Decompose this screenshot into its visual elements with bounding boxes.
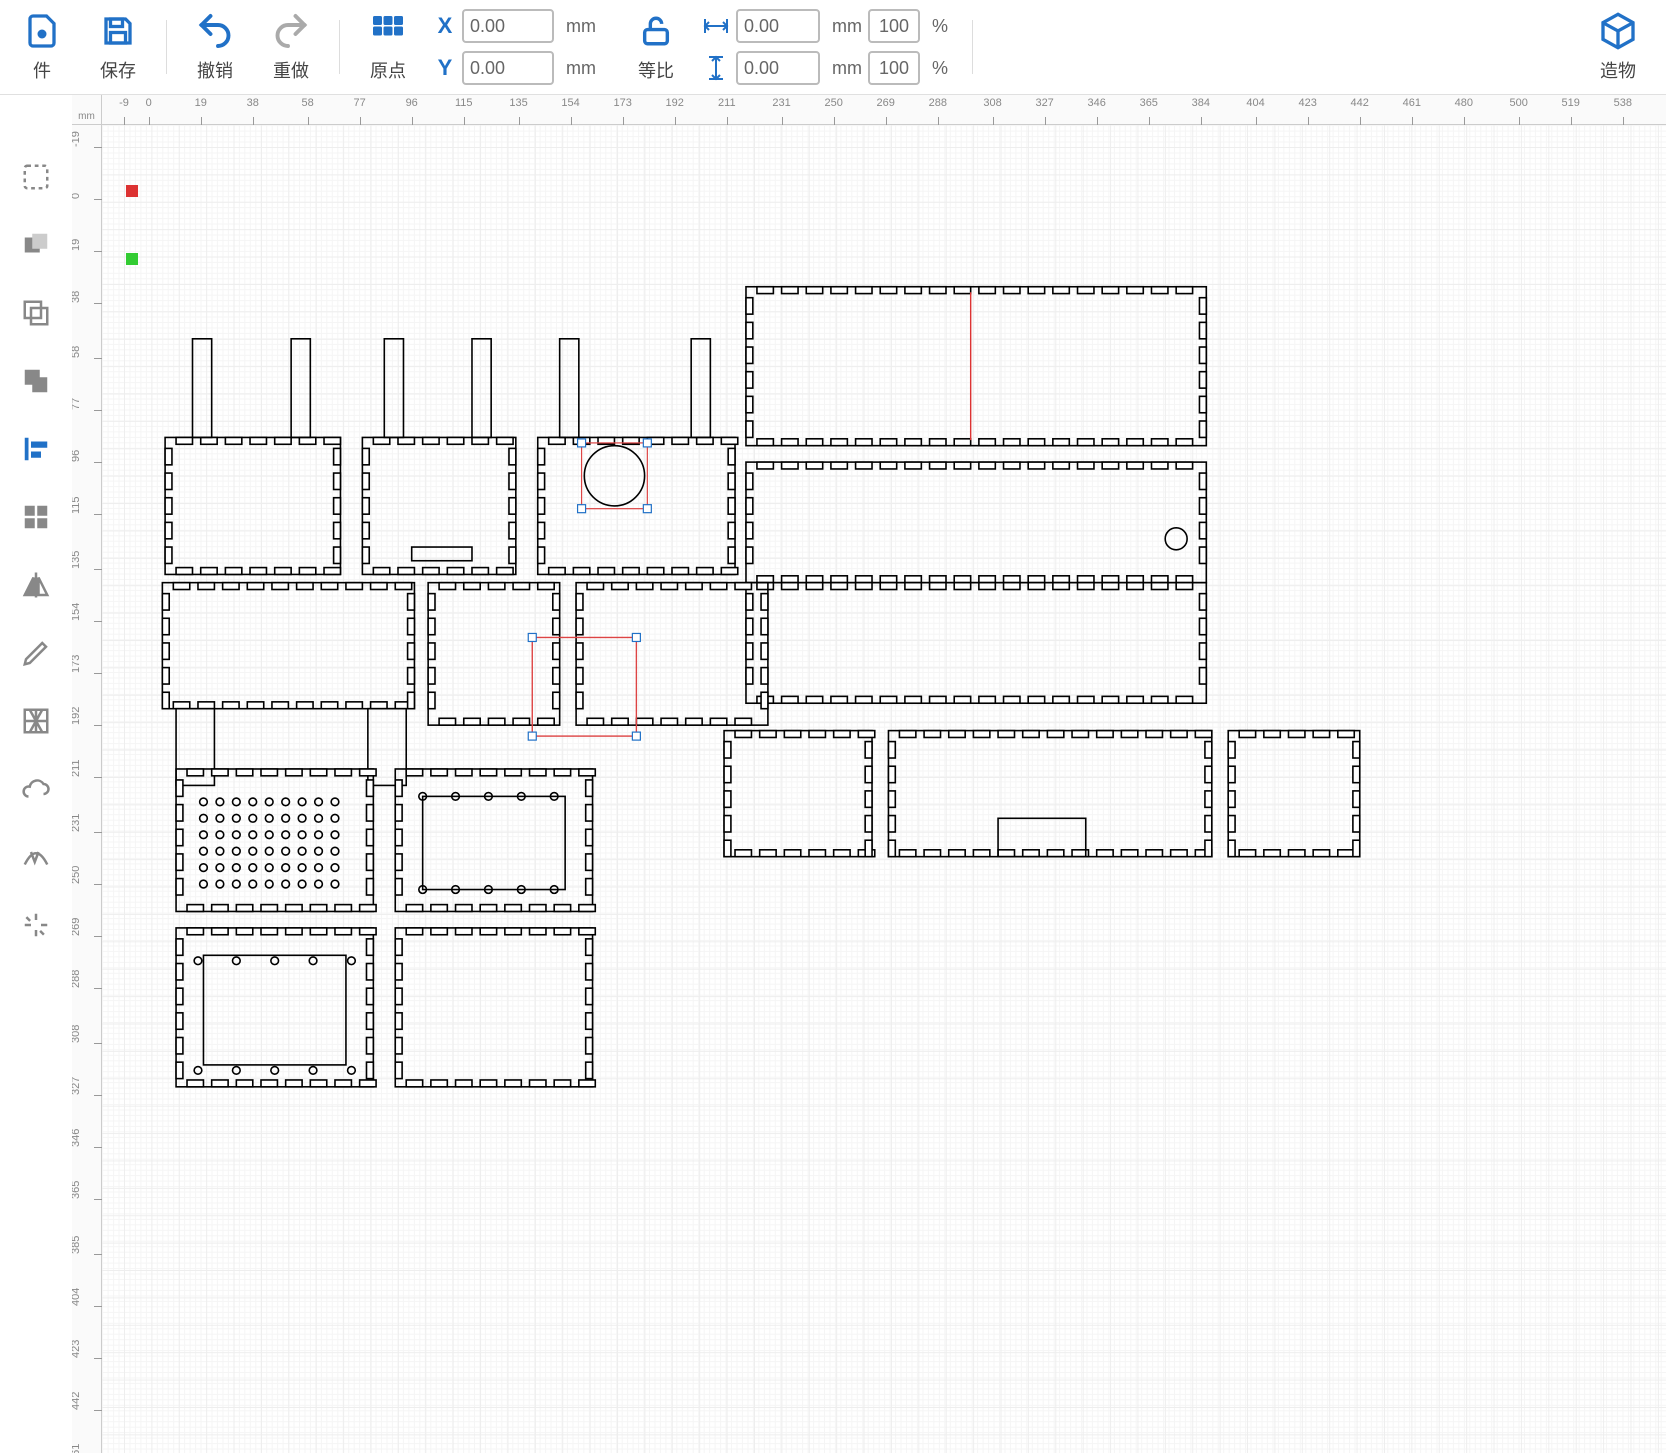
copy-tool[interactable] (14, 291, 58, 335)
width-input[interactable] (736, 9, 820, 43)
combine-tool[interactable] (14, 359, 58, 403)
shape-tool[interactable] (14, 223, 58, 267)
save-label: 保存 (100, 57, 136, 83)
cube-icon (1598, 11, 1638, 51)
ruler-horizontal[interactable]: -901938587796115135154173192211231250269… (102, 95, 1666, 125)
redo-label: 重做 (273, 57, 309, 83)
undo-icon (195, 11, 235, 51)
redo-button[interactable]: 重做 (267, 11, 315, 83)
save-button[interactable]: 保存 (94, 11, 142, 83)
unit-pct: % (932, 58, 948, 79)
ruler-unit-label: mm (72, 95, 102, 125)
burst-tool[interactable] (14, 903, 58, 947)
separator (166, 20, 167, 74)
side-toolbar (0, 95, 72, 1453)
select-rect-tool[interactable] (14, 155, 58, 199)
height-pct-input[interactable] (868, 51, 920, 85)
unit-mm: mm (566, 16, 596, 37)
ruler-vertical[interactable]: -190193858779611513515417319221123125026… (72, 125, 102, 1453)
height-icon (702, 55, 730, 81)
viewport[interactable] (102, 125, 1666, 1453)
save-icon (98, 11, 138, 51)
top-toolbar: 件 保存 撤销 重做 原点 (0, 0, 1666, 95)
text-path-tool[interactable] (14, 835, 58, 879)
unit-mm: mm (566, 58, 596, 79)
unit-mm: mm (832, 58, 862, 79)
build-button[interactable]: 造物 (1594, 11, 1642, 83)
file-icon (22, 11, 62, 51)
pen-tool[interactable] (14, 631, 58, 675)
width-icon (702, 17, 730, 35)
height-input[interactable] (736, 51, 820, 85)
separator (972, 20, 973, 74)
file-label: 件 (33, 57, 51, 83)
unit-pct: % (932, 16, 948, 37)
ratio-label: 等比 (638, 57, 674, 83)
unit-mm: mm (832, 16, 862, 37)
origin-button[interactable]: 原点 (364, 11, 412, 83)
undo-button[interactable]: 撤销 (191, 11, 239, 83)
cloud-tool[interactable] (14, 767, 58, 811)
separator (339, 20, 340, 74)
y-position-input[interactable] (462, 51, 554, 85)
width-pct-input[interactable] (868, 9, 920, 43)
grid-tool[interactable] (14, 495, 58, 539)
mirror-tool[interactable] (14, 563, 58, 607)
grid-origin-icon (368, 11, 408, 51)
redo-icon (271, 11, 311, 51)
lock-ratio-button[interactable]: 等比 (632, 11, 680, 83)
build-label: 造物 (1600, 57, 1636, 83)
undo-label: 撤销 (197, 57, 233, 83)
origin-label: 原点 (370, 57, 406, 83)
canvas-area: mm -901938587796115135154173192211231250… (72, 95, 1666, 1453)
unlock-icon (636, 11, 676, 51)
y-axis-label: Y (434, 55, 456, 81)
x-axis-label: X (434, 13, 456, 39)
align-tool[interactable] (14, 427, 58, 471)
array-tool[interactable] (14, 699, 58, 743)
file-button[interactable]: 件 (18, 11, 66, 83)
x-position-input[interactable] (462, 9, 554, 43)
design-shapes[interactable] (102, 125, 1662, 1450)
